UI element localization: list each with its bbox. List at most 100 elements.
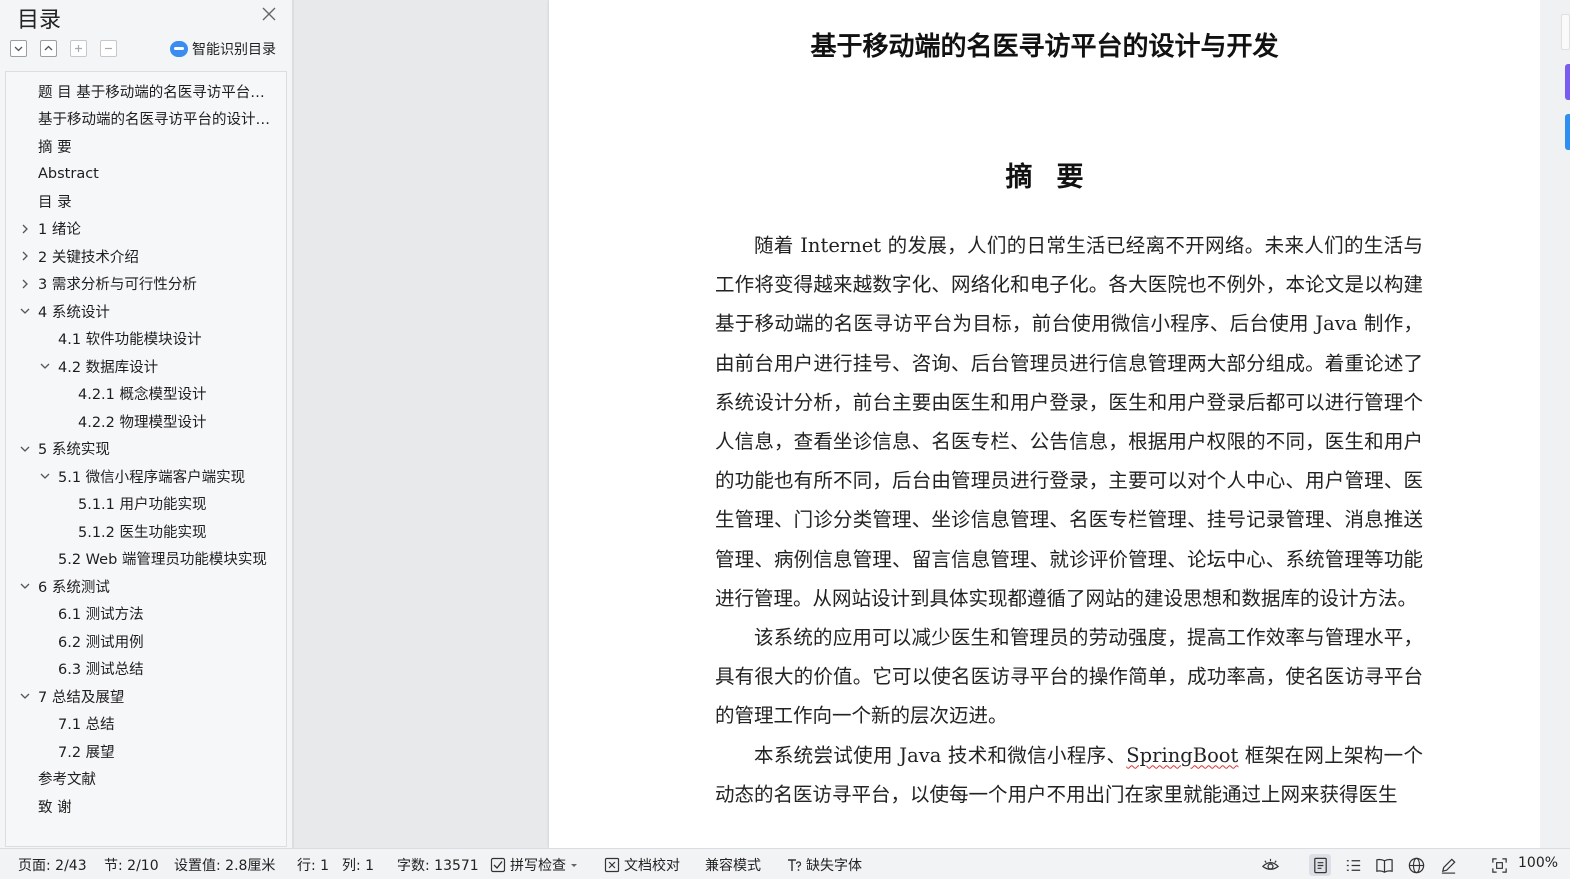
toc-item[interactable]: 6 系统测试 bbox=[6, 573, 286, 599]
section-indicator[interactable]: 节: 2/10 bbox=[104, 855, 159, 875]
side-panel-tab-blue[interactable] bbox=[1565, 114, 1570, 150]
toc-item-label: 6.3 测试总结 bbox=[58, 662, 144, 678]
missing-font-label: 缺失字体 bbox=[806, 858, 862, 874]
toc-item-label: 5.2 Web 端管理员功能模块实现 bbox=[58, 552, 267, 568]
toc-item-label: 1 绪论 bbox=[38, 222, 81, 238]
close-icon[interactable] bbox=[260, 5, 278, 23]
toc-item[interactable]: 致 谢 bbox=[6, 793, 286, 819]
toc-item[interactable]: 7 总结及展望 bbox=[6, 683, 286, 709]
doc-proof-label: 文档校对 bbox=[624, 858, 680, 874]
toc-item-label: 题 目 基于移动端的名医寻访平台的设计与开发 bbox=[38, 84, 276, 101]
toc-item-label: 6.2 测试用例 bbox=[58, 634, 144, 651]
plus-square-icon[interactable] bbox=[70, 40, 87, 57]
toc-item-label: 基于移动端的名医寻访平台的设计与开发 bbox=[38, 112, 276, 128]
toc-item-label: 2 关键技术介绍 bbox=[38, 249, 139, 266]
toc-item[interactable]: 6.2 测试用例 bbox=[6, 628, 286, 654]
toc-item-label: 5.1 微信小程序端客户端实现 bbox=[58, 469, 246, 486]
side-panel-tab-purple[interactable] bbox=[1565, 64, 1570, 100]
col-indicator: 列: 1 bbox=[342, 858, 375, 874]
caret-down-icon bbox=[571, 864, 577, 867]
toc-item[interactable]: 目 录 bbox=[6, 188, 286, 214]
missing-font-button[interactable]: 缺失字体 bbox=[786, 855, 862, 875]
page-indicator[interactable]: 页面: 2/43 bbox=[18, 855, 87, 875]
toc-item[interactable]: 4.2.1 概念模型设计 bbox=[6, 381, 286, 407]
chevron-down-icon[interactable] bbox=[19, 443, 31, 455]
chevron-down-icon[interactable] bbox=[39, 360, 51, 372]
toc-item[interactable]: 4.1 软件功能模块设计 bbox=[6, 326, 286, 352]
toc-item[interactable]: 5.2 Web 端管理员功能模块实现 bbox=[6, 546, 286, 572]
toc-item[interactable]: 题 目 基于移动端的名医寻访平台的设计与开发 bbox=[6, 78, 286, 104]
toc-item[interactable]: 摘 要 bbox=[6, 133, 286, 159]
toc-item[interactable]: 2 关键技术介绍 bbox=[6, 243, 286, 269]
toc-item-label: 3 需求分析与可行性分析 bbox=[38, 277, 197, 293]
toc-item-label: 7 总结及展望 bbox=[38, 689, 125, 706]
abstract-paragraph-1: 随着 Internet 的发展，人们的日常生活已经离不开网络。未来人们的生活与工… bbox=[715, 234, 1423, 610]
chevron-down-icon[interactable] bbox=[19, 305, 31, 317]
smart-toc-button[interactable]: 智能识别目录 bbox=[170, 38, 276, 60]
font-missing-icon bbox=[788, 859, 802, 871]
toc-item-label: 5.1.2 医生功能实现 bbox=[78, 524, 207, 541]
toc-title: 目录 bbox=[17, 8, 62, 33]
spell-error-word[interactable]: SpringBoot bbox=[1126, 744, 1238, 767]
paragraph-text: 本系统尝试使用 Java 技术和微信小程序、 bbox=[754, 743, 1127, 767]
status-bar: 页面: 2/43 节: 2/10 设置值: 2.8厘米 行: 1 列: 1 字数… bbox=[0, 848, 1570, 879]
ai-icon bbox=[170, 41, 188, 57]
fit-page-icon[interactable] bbox=[1488, 854, 1510, 876]
toc-item[interactable]: 7.2 展望 bbox=[6, 738, 286, 764]
toc-item[interactable]: 1 绪论 bbox=[6, 216, 286, 242]
chevron-down-icon[interactable] bbox=[19, 690, 31, 702]
toc-item[interactable]: 6.3 测试总结 bbox=[6, 656, 286, 682]
spell-check-button[interactable]: 拼写检查 bbox=[490, 855, 578, 875]
toc-item[interactable]: 5.1 微信小程序端客户端实现 bbox=[6, 463, 286, 489]
zoom-level[interactable]: 100% bbox=[1518, 855, 1558, 871]
chevron-right-icon[interactable] bbox=[19, 250, 31, 262]
chevron-up-square-icon[interactable] bbox=[40, 40, 57, 57]
toc-item-label: 4.2.2 物理模型设计 bbox=[78, 414, 207, 431]
toc-item[interactable]: 参考文献 bbox=[6, 766, 286, 792]
setting-value[interactable]: 设置值: 2.8厘米 bbox=[174, 855, 275, 875]
toc-item[interactable]: 5.1.2 医生功能实现 bbox=[6, 518, 286, 544]
abstract-heading: 摘要 bbox=[1005, 162, 1108, 193]
toc-item-label: 6.1 测试方法 bbox=[58, 607, 144, 623]
toc-item[interactable]: 基于移动端的名医寻访平台的设计与开发 bbox=[6, 106, 286, 132]
chevron-down-icon[interactable] bbox=[39, 470, 51, 482]
outline-view-icon[interactable] bbox=[1342, 854, 1364, 876]
toc-item[interactable]: 4 系统设计 bbox=[6, 298, 286, 324]
word-count[interactable]: 字数: 13571 bbox=[397, 855, 479, 875]
compat-mode[interactable]: 兼容模式 bbox=[705, 855, 761, 875]
chevron-right-icon[interactable] bbox=[19, 223, 31, 235]
scroll-handle[interactable] bbox=[1561, 14, 1570, 50]
toc-item-label: 摘 要 bbox=[38, 139, 72, 156]
chevron-right-icon[interactable] bbox=[19, 278, 31, 290]
chevron-down-square-icon[interactable] bbox=[10, 40, 27, 57]
toc-item-label: 5 系统实现 bbox=[38, 442, 110, 458]
pen-icon[interactable] bbox=[1437, 854, 1459, 876]
toc-item[interactable]: 7.1 总结 bbox=[6, 711, 286, 737]
toc-item[interactable]: 5.1.1 用户功能实现 bbox=[6, 491, 286, 517]
minus-square-icon[interactable] bbox=[100, 40, 117, 57]
toc-item-label: 7.1 总结 bbox=[58, 717, 115, 733]
toc-item[interactable]: 6.1 测试方法 bbox=[6, 601, 286, 627]
toc-item-label: 7.2 展望 bbox=[58, 744, 115, 761]
eye-protection-icon[interactable] bbox=[1259, 854, 1281, 876]
toc-item-label: 致 谢 bbox=[38, 799, 72, 816]
page-view-icon[interactable] bbox=[1309, 854, 1331, 876]
chevron-down-icon[interactable] bbox=[19, 580, 31, 592]
row-indicator: 行: 1 bbox=[297, 858, 330, 874]
toc-item-label: 目 录 bbox=[38, 194, 72, 211]
toc-item[interactable]: 4.2 数据库设计 bbox=[6, 353, 286, 379]
toc-item[interactable]: 4.2.2 物理模型设计 bbox=[6, 408, 286, 434]
right-side-strip bbox=[1540, 0, 1570, 848]
toc-item-label: Abstract bbox=[38, 165, 99, 182]
toc-item[interactable]: Abstract bbox=[6, 161, 286, 187]
spell-check-label: 拼写检查 bbox=[510, 858, 566, 874]
toc-item-label: 5.1.1 用户功能实现 bbox=[78, 497, 207, 513]
document-page[interactable]: 基于移动端的名医寻访平台的设计与开发 摘要 随着 Internet 的发展，人们… bbox=[549, 0, 1540, 848]
toc-item[interactable]: 3 需求分析与可行性分析 bbox=[6, 271, 286, 297]
panel-divider[interactable] bbox=[292, 0, 294, 848]
doc-proof-button[interactable]: 文档校对 bbox=[604, 855, 680, 875]
reading-view-icon[interactable] bbox=[1373, 854, 1395, 876]
toc-item-label: 4 系统设计 bbox=[38, 304, 110, 321]
web-view-icon[interactable] bbox=[1405, 854, 1427, 876]
toc-item[interactable]: 5 系统实现 bbox=[6, 436, 286, 462]
